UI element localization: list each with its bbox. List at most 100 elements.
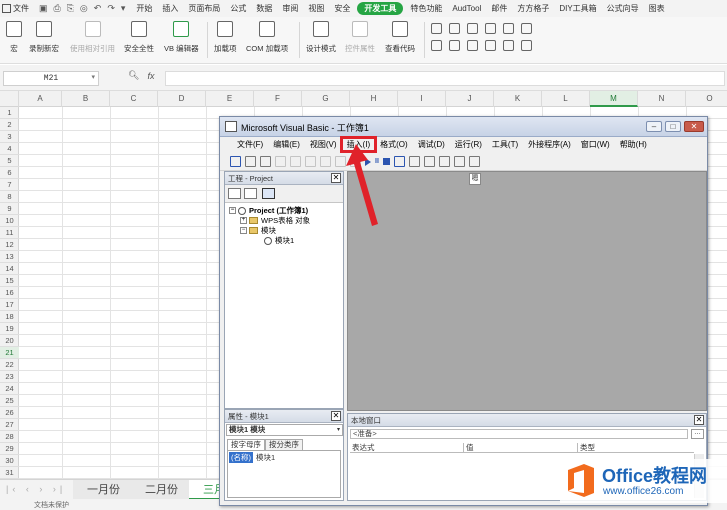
vba-menu-item[interactable]: 格式(O) [375, 138, 413, 151]
ribbon-tab[interactable]: 公式 [225, 0, 251, 17]
ribbon-tab[interactable]: DIY工具箱 [554, 0, 601, 17]
redo-icon[interactable]: ↷ [107, 3, 115, 14]
tab-categorized[interactable]: 按分类序 [265, 439, 303, 450]
chevron-down-icon[interactable]: ▾ [337, 425, 340, 435]
close-icon[interactable]: ✕ [684, 121, 704, 132]
vba-menu-insert[interactable]: 插入(I) [339, 136, 378, 153]
ribbon-tab[interactable]: 方方格子 [512, 0, 554, 17]
design-mode-icon[interactable] [393, 156, 405, 167]
textbox-control-icon[interactable] [449, 23, 460, 34]
vba-menu-item[interactable]: 文件(F) [232, 138, 268, 151]
ribbon-tab[interactable]: 数据 [251, 0, 277, 17]
row-header[interactable]: 17 [0, 299, 19, 311]
file-menu[interactable]: 文件 [0, 0, 33, 17]
redo-icon[interactable] [350, 156, 361, 167]
column-header[interactable]: I [398, 91, 446, 107]
collapse-icon[interactable]: − [229, 207, 236, 214]
control-properties-button[interactable]: 控件属性 [345, 21, 375, 54]
column-header[interactable]: N [638, 91, 686, 107]
locals-close-icon[interactable]: ✕ [694, 415, 704, 425]
code-area[interactable] [347, 171, 707, 411]
ribbon-tab[interactable]: 页面布局 [183, 0, 225, 17]
vba-menu-item[interactable]: 帮助(H) [615, 138, 652, 151]
view-object-icon[interactable] [244, 188, 257, 199]
row-header[interactable]: 16 [0, 287, 19, 299]
vba-menu-item[interactable]: 外接程序(A) [523, 138, 576, 151]
row-header[interactable]: 8 [0, 191, 19, 203]
row-header[interactable]: 30 [0, 455, 19, 467]
macro-security-button[interactable]: 安全全性 [124, 21, 154, 54]
paste-icon[interactable] [305, 156, 316, 167]
column-header[interactable]: M [590, 91, 638, 107]
run-icon[interactable] [365, 157, 371, 166]
row-header[interactable]: 19 [0, 323, 19, 335]
collapse-icon[interactable]: − [240, 227, 247, 234]
project-pane-close-icon[interactable]: ✕ [331, 173, 341, 183]
ribbon-tab[interactable]: 审阅 [277, 0, 303, 17]
row-header[interactable]: 31 [0, 467, 19, 479]
row-header[interactable]: 13 [0, 251, 19, 263]
save-icon[interactable] [260, 156, 271, 167]
minimize-icon[interactable]: ‒ [646, 121, 662, 132]
preview-icon[interactable]: ◎ [80, 3, 88, 14]
row-header[interactable]: 29 [0, 443, 19, 455]
row-header[interactable]: 26 [0, 407, 19, 419]
name-box[interactable]: M21 ▾ [3, 71, 99, 86]
col-expression[interactable]: 表达式 [350, 443, 464, 452]
row-header[interactable]: 14 [0, 263, 19, 275]
tree-node-module1[interactable]: 模块1 [264, 235, 294, 246]
spin-control-icon[interactable] [467, 40, 478, 51]
row-header[interactable]: 12 [0, 239, 19, 251]
row-header[interactable]: 5 [0, 155, 19, 167]
vba-menu-item[interactable]: 编辑(E) [268, 138, 305, 151]
row-header[interactable]: 22 [0, 359, 19, 371]
column-header[interactable]: B [62, 91, 110, 107]
undo-icon[interactable]: ↶ [94, 3, 102, 14]
listbox-control-icon[interactable] [449, 40, 460, 51]
ribbon-tab[interactable]: 安全 [329, 0, 355, 17]
vba-menu-item[interactable]: 窗口(W) [576, 138, 615, 151]
row-header[interactable]: 4 [0, 143, 19, 155]
formula-input[interactable] [165, 71, 725, 86]
row-header[interactable]: 20 [0, 335, 19, 347]
vba-title-bar[interactable]: Microsoft Visual Basic - 工作簿1 ‒ □ ✕ [220, 117, 707, 137]
save-icon[interactable]: ▣ [39, 3, 48, 14]
maximize-icon[interactable]: □ [665, 121, 681, 132]
column-header[interactable]: D [158, 91, 206, 107]
row-header[interactable]: 1 [0, 107, 19, 119]
call-stack-button[interactable]: … [691, 429, 704, 439]
ribbon-tab[interactable]: 视图 [303, 0, 329, 17]
dropdown-icon[interactable]: ▾ [121, 3, 126, 14]
column-header[interactable]: O [686, 91, 727, 107]
checkbox-control-icon[interactable] [431, 23, 442, 34]
view-code-icon[interactable] [228, 188, 241, 199]
pause-icon[interactable]: II [375, 158, 379, 165]
column-header[interactable]: A [19, 91, 62, 107]
stop-icon[interactable] [382, 158, 390, 165]
ribbon-tab[interactable]: 特色功能 [405, 0, 447, 17]
column-header[interactable]: G [302, 91, 350, 107]
col-type[interactable]: 类型 [578, 443, 694, 452]
insert-module-icon[interactable] [245, 156, 256, 167]
button-control-icon[interactable] [467, 23, 478, 34]
sheet-tab[interactable]: 二月份 [131, 480, 193, 500]
sheet-tab[interactable]: 一月份 [73, 480, 135, 500]
find-icon[interactable] [320, 156, 331, 167]
print-icon[interactable]: ⎘ [67, 3, 74, 14]
row-header[interactable]: 21 [0, 347, 19, 359]
ribbon-tab[interactable]: 插入 [157, 0, 183, 17]
design-mode-button[interactable]: 设计模式 [306, 21, 336, 54]
select-all-corner[interactable] [0, 91, 19, 107]
row-header[interactable]: 25 [0, 395, 19, 407]
property-value[interactable]: 模块1 [253, 452, 275, 463]
toolbox-icon[interactable] [453, 156, 465, 167]
ribbon-tab[interactable]: 开发工具 [357, 2, 404, 15]
record-macro-button[interactable]: 录制新宏 [29, 21, 59, 54]
help-icon[interactable] [468, 156, 480, 167]
column-header[interactable]: F [254, 91, 302, 107]
vba-menu-item[interactable]: 调试(D) [413, 138, 450, 151]
chevron-down-icon[interactable]: ▾ [91, 72, 95, 85]
object-selector[interactable]: 模块1 模块 ▾ [226, 424, 343, 436]
row-header[interactable]: 15 [0, 275, 19, 287]
column-header[interactable]: J [446, 91, 494, 107]
